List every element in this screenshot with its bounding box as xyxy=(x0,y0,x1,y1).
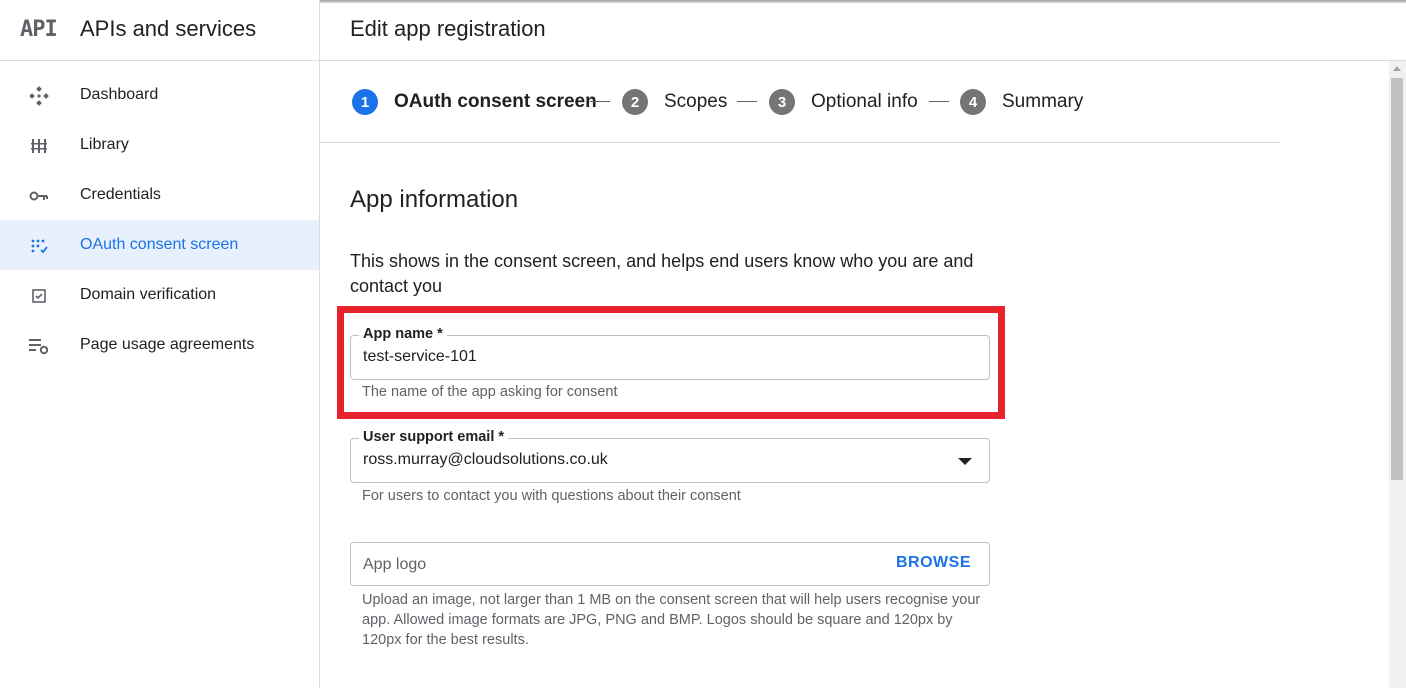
settings-list-icon xyxy=(28,335,50,357)
main-header: Edit app registration xyxy=(320,0,1406,61)
browse-button[interactable]: BROWSE xyxy=(896,554,971,572)
stepper: 1 OAuth consent screen 2 Scopes 3 Option… xyxy=(320,61,1280,143)
sidebar-item-page-usage-agreements[interactable]: Page usage agreements xyxy=(0,320,319,370)
step-label: Scopes xyxy=(664,91,728,112)
sidebar-item-domain-verification[interactable]: Domain verification xyxy=(0,270,319,320)
sidebar-item-credentials[interactable]: Credentials xyxy=(0,170,319,220)
sidebar-item-label: Credentials xyxy=(80,186,161,203)
step-scopes[interactable]: 2 Scopes xyxy=(622,89,727,115)
step-optional-info[interactable]: 3 Optional info xyxy=(769,89,918,115)
consent-icon xyxy=(28,235,50,257)
sidebar: API APIs and services Dashboard Library … xyxy=(0,0,320,688)
app-logo-field[interactable]: App logo BROWSE xyxy=(350,542,990,586)
step-connector xyxy=(929,101,949,102)
key-icon xyxy=(28,185,50,207)
sidebar-item-dashboard[interactable]: Dashboard xyxy=(0,70,319,120)
step-summary[interactable]: 4 Summary xyxy=(960,89,1083,115)
step-number: 3 xyxy=(769,89,795,115)
step-label: OAuth consent screen xyxy=(394,91,597,112)
step-connector xyxy=(737,101,757,102)
sidebar-item-library[interactable]: Library xyxy=(0,120,319,170)
sidebar-item-label: Library xyxy=(80,136,129,153)
highlight-box xyxy=(337,306,1005,419)
support-email-value: ross.murray@cloudsolutions.co.uk xyxy=(363,451,608,468)
support-email-hint: For users to contact you with questions … xyxy=(362,488,741,504)
step-label: Summary xyxy=(1002,91,1084,112)
checkbox-icon xyxy=(28,285,50,307)
step-connector xyxy=(590,101,610,102)
support-email-label: User support email * xyxy=(359,429,509,445)
sidebar-item-label: Domain verification xyxy=(80,286,217,303)
step-number: 2 xyxy=(622,89,648,115)
sidebar-item-label: Dashboard xyxy=(80,86,159,103)
app-logo-placeholder: App logo xyxy=(363,556,427,573)
section-title: App information xyxy=(350,186,519,213)
sidebar-header: API APIs and services xyxy=(0,0,319,61)
step-oauth-consent-screen[interactable]: 1 OAuth consent screen xyxy=(352,89,597,115)
page-title: Edit app registration xyxy=(350,16,546,41)
app-logo-hint: Upload an image, not larger than 1 MB on… xyxy=(362,592,981,648)
step-number: 4 xyxy=(960,89,986,115)
support-email-select[interactable]: User support email * ross.murray@cloudso… xyxy=(350,429,990,483)
dropdown-arrow-icon[interactable] xyxy=(958,458,972,465)
scrollbar[interactable] xyxy=(1389,61,1406,688)
sidebar-title: APIs and services xyxy=(80,16,257,41)
scrollbar-thumb[interactable] xyxy=(1391,78,1403,480)
sidebar-item-oauth-consent-screen[interactable]: OAuth consent screen xyxy=(0,220,319,270)
library-icon xyxy=(28,135,50,157)
dashboard-icon xyxy=(28,85,50,107)
sidebar-nav: Dashboard Library Credentials OAuth cons… xyxy=(0,70,319,370)
step-label: Optional info xyxy=(811,91,918,112)
api-logo: API xyxy=(20,17,58,42)
step-number: 1 xyxy=(352,89,378,115)
sidebar-item-label: OAuth consent screen xyxy=(80,236,239,253)
section-description: This shows in the consent screen, and he… xyxy=(350,251,974,296)
scroll-up-icon[interactable] xyxy=(1393,66,1401,71)
sidebar-item-label: Page usage agreements xyxy=(80,336,255,353)
